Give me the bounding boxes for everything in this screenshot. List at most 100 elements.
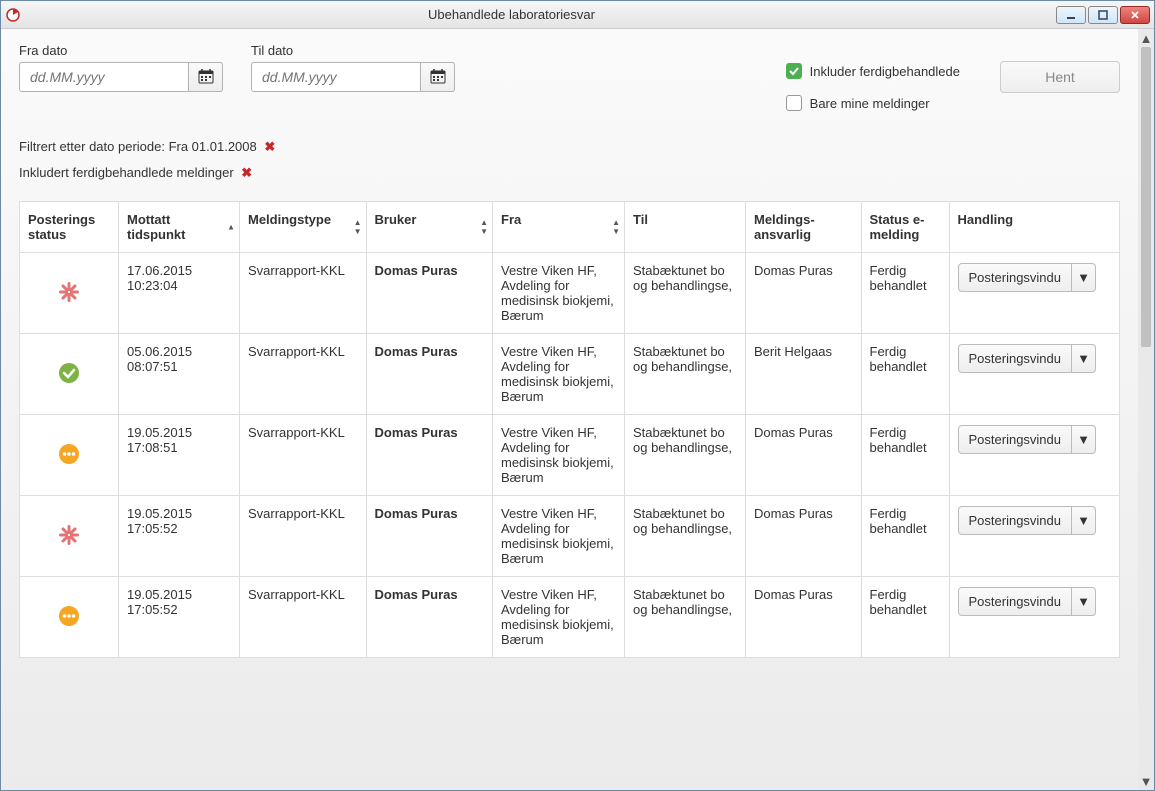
to-date-input[interactable] xyxy=(251,62,421,92)
table-row[interactable]: 19.05.2015 17:05:52Svarrapport-KKLDomas … xyxy=(20,577,1120,658)
cell-from: Vestre Viken HF, Avdeling for medisinsk … xyxy=(493,253,625,334)
window: Ubehandlede laboratoriesvar Fra dato xyxy=(0,0,1155,791)
action-dropdown-toggle[interactable]: ▼ xyxy=(1072,425,1096,454)
cell-user: Domas Puras xyxy=(366,496,493,577)
cell-responsible: Domas Puras xyxy=(746,496,862,577)
chevron-down-icon: ▼ xyxy=(1077,432,1090,447)
action-dropdown-toggle[interactable]: ▼ xyxy=(1072,506,1096,535)
col-action[interactable]: Handling xyxy=(949,202,1120,253)
content: Fra dato Til dato xyxy=(1,29,1138,790)
from-date-label: Fra dato xyxy=(19,43,223,58)
checkbox-checked-icon xyxy=(786,63,802,79)
cell-emessage-status: Ferdig behandlet xyxy=(861,496,949,577)
action-dropdown-toggle[interactable]: ▼ xyxy=(1072,263,1096,292)
to-date-calendar-button[interactable] xyxy=(421,62,455,92)
fetch-button[interactable]: Hent xyxy=(1000,61,1120,93)
orange-dots-icon xyxy=(57,442,81,466)
cell-responsible: Berit Helgaas xyxy=(746,334,862,415)
cell-user: Domas Puras xyxy=(366,253,493,334)
checkbox-unchecked-icon xyxy=(786,95,802,111)
cell-to: Stabæktunet bo og behandlingse, xyxy=(625,253,746,334)
table-row[interactable]: 17.06.2015 10:23:04Svarrapport-KKLDomas … xyxy=(20,253,1120,334)
to-date-group: Til dato xyxy=(251,43,455,92)
cell-type: Svarrapport-KKL xyxy=(240,577,367,658)
cell-responsible: Domas Puras xyxy=(746,577,862,658)
scroll-up-icon[interactable]: ▲ xyxy=(1139,31,1153,45)
cell-emessage-status: Ferdig behandlet xyxy=(861,415,949,496)
from-date-calendar-button[interactable] xyxy=(189,62,223,92)
minimize-button[interactable] xyxy=(1056,6,1086,24)
table-row[interactable]: 19.05.2015 17:05:52Svarrapport-KKLDomas … xyxy=(20,496,1120,577)
scroll-down-icon[interactable]: ▼ xyxy=(1139,774,1153,788)
calendar-icon xyxy=(198,68,214,87)
posting-window-button[interactable]: Posteringsvindu xyxy=(958,425,1073,454)
only-mine-checkbox[interactable]: Bare mine meldinger xyxy=(786,95,960,111)
applied-filters: Filtrert etter dato periode: Fra 01.01.2… xyxy=(19,139,1120,181)
cell-to: Stabæktunet bo og behandlingse, xyxy=(625,577,746,658)
chevron-down-icon: ▼ xyxy=(1077,270,1090,285)
red-asterisk-icon xyxy=(57,523,81,547)
window-controls xyxy=(1056,6,1150,24)
calendar-icon xyxy=(430,68,446,87)
table-row[interactable]: 19.05.2015 17:08:51Svarrapport-KKLDomas … xyxy=(20,415,1120,496)
posting-window-button[interactable]: Posteringsvindu xyxy=(958,506,1073,535)
table-header-row: Posterings status Mottatt tidspunkt▲ Mel… xyxy=(20,202,1120,253)
cell-emessage-status: Ferdig behandlet xyxy=(861,253,949,334)
green-check-icon xyxy=(57,361,81,385)
col-user[interactable]: Bruker▲▼ xyxy=(366,202,493,253)
cell-received: 17.06.2015 10:23:04 xyxy=(119,253,240,334)
window-title: Ubehandlede laboratoriesvar xyxy=(27,7,1056,22)
cell-type: Svarrapport-KKL xyxy=(240,334,367,415)
cell-received: 19.05.2015 17:08:51 xyxy=(119,415,240,496)
red-asterisk-icon xyxy=(57,280,81,304)
cell-from: Vestre Viken HF, Avdeling for medisinsk … xyxy=(493,496,625,577)
table-row[interactable]: 05.06.2015 08:07:51Svarrapport-KKLDomas … xyxy=(20,334,1120,415)
cell-type: Svarrapport-KKL xyxy=(240,253,367,334)
chevron-down-icon: ▼ xyxy=(1077,513,1090,528)
col-emessage-status[interactable]: Status e-melding xyxy=(861,202,949,253)
cell-emessage-status: Ferdig behandlet xyxy=(861,577,949,658)
from-date-input[interactable] xyxy=(19,62,189,92)
col-received[interactable]: Mottatt tidspunkt▲ xyxy=(119,202,240,253)
filter-bar: Fra dato Til dato xyxy=(19,43,1120,111)
sort-icon: ▲▼ xyxy=(354,218,362,236)
messages-table: Posterings status Mottatt tidspunkt▲ Mel… xyxy=(19,201,1120,658)
cell-to: Stabæktunet bo og behandlingse, xyxy=(625,496,746,577)
remove-filter-include-icon[interactable]: ✖ xyxy=(241,165,252,180)
cell-responsible: Domas Puras xyxy=(746,253,862,334)
col-type[interactable]: Meldingstype▲▼ xyxy=(240,202,367,253)
cell-received: 19.05.2015 17:05:52 xyxy=(119,496,240,577)
remove-filter-date-icon[interactable]: ✖ xyxy=(264,139,275,154)
titlebar: Ubehandlede laboratoriesvar xyxy=(1,1,1154,29)
chevron-down-icon: ▼ xyxy=(1077,351,1090,366)
vertical-scrollbar[interactable]: ▲ ▼ xyxy=(1138,29,1154,790)
col-responsible[interactable]: Meldings-ansvarlig xyxy=(746,202,862,253)
include-processed-label: Inkluder ferdigbehandlede xyxy=(810,64,960,79)
sort-icon: ▲▼ xyxy=(612,218,620,236)
cell-type: Svarrapport-KKL xyxy=(240,415,367,496)
app-icon xyxy=(5,7,21,23)
posting-window-button[interactable]: Posteringsvindu xyxy=(958,344,1073,373)
only-mine-label: Bare mine meldinger xyxy=(810,96,930,111)
action-dropdown-toggle[interactable]: ▼ xyxy=(1072,344,1096,373)
cell-emessage-status: Ferdig behandlet xyxy=(861,334,949,415)
posting-window-button[interactable]: Posteringsvindu xyxy=(958,587,1073,616)
cell-from: Vestre Viken HF, Avdeling for medisinsk … xyxy=(493,415,625,496)
include-processed-checkbox[interactable]: Inkluder ferdigbehandlede xyxy=(786,63,960,79)
cell-from: Vestre Viken HF, Avdeling for medisinsk … xyxy=(493,577,625,658)
col-to[interactable]: Til xyxy=(625,202,746,253)
col-from[interactable]: Fra▲▼ xyxy=(493,202,625,253)
cell-user: Domas Puras xyxy=(366,577,493,658)
action-dropdown-toggle[interactable]: ▼ xyxy=(1072,587,1096,616)
applied-filter-include: Inkludert ferdigbehandlede meldinger xyxy=(19,165,234,180)
scroll-thumb[interactable] xyxy=(1141,47,1151,347)
from-date-group: Fra dato xyxy=(19,43,223,92)
cell-user: Domas Puras xyxy=(366,334,493,415)
close-button[interactable] xyxy=(1120,6,1150,24)
col-status[interactable]: Posterings status xyxy=(20,202,119,253)
maximize-button[interactable] xyxy=(1088,6,1118,24)
cell-user: Domas Puras xyxy=(366,415,493,496)
cell-from: Vestre Viken HF, Avdeling for medisinsk … xyxy=(493,334,625,415)
applied-filter-date: Filtrert etter dato periode: Fra 01.01.2… xyxy=(19,139,257,154)
posting-window-button[interactable]: Posteringsvindu xyxy=(958,263,1073,292)
